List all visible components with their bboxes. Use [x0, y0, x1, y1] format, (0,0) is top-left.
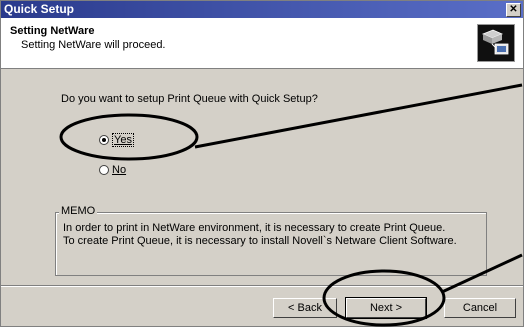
memo-line-1: In order to print in NetWare environment… — [63, 222, 446, 234]
header-subtitle: Setting NetWare will proceed. — [21, 39, 166, 51]
close-button[interactable]: ✕ — [506, 3, 521, 17]
radio-no[interactable] — [99, 165, 109, 175]
memo-line-2: To create Print Queue, it is necessary t… — [63, 235, 457, 247]
back-button[interactable]: < Back — [273, 298, 337, 318]
option-yes[interactable]: Yes — [99, 133, 134, 147]
printer-network-icon — [477, 24, 515, 62]
next-button[interactable]: Next > — [345, 297, 427, 319]
title-bar[interactable]: Quick Setup ✕ — [1, 1, 523, 18]
option-no-label[interactable]: No — [112, 164, 126, 176]
header-title: Setting NetWare — [10, 25, 95, 37]
window-title: Quick Setup — [4, 2, 75, 16]
radio-yes[interactable] — [99, 135, 109, 145]
wizard-header: Setting NetWare Setting NetWare will pro… — [1, 18, 523, 69]
quick-setup-window: Quick Setup ✕ Setting NetWare Setting Ne… — [0, 0, 524, 327]
option-yes-label[interactable]: Yes — [112, 133, 134, 147]
cancel-button[interactable]: Cancel — [444, 298, 516, 318]
option-no[interactable]: No — [99, 164, 126, 176]
button-separator — [1, 285, 523, 287]
question-text: Do you want to setup Print Queue with Qu… — [61, 93, 318, 105]
memo-label: MEMO — [59, 205, 98, 217]
